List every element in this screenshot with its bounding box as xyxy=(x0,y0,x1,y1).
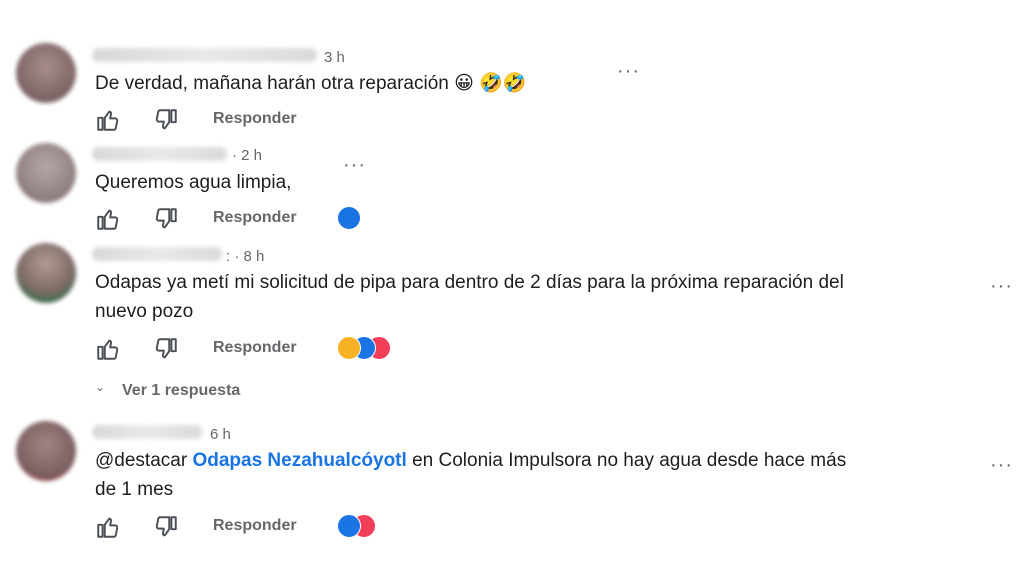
reaction-summary[interactable] xyxy=(337,206,367,230)
like-reaction-icon xyxy=(337,206,361,230)
author-name-blurred[interactable] xyxy=(92,425,202,439)
like-reaction-icon xyxy=(337,514,361,538)
comment-text: Queremos agua limpia, xyxy=(95,172,292,193)
avatar[interactable] xyxy=(16,243,76,303)
comment-text: De verdad, mañana harán otra reparación … xyxy=(95,73,527,94)
comment-text-line-2: nuevo pozo xyxy=(95,301,194,322)
more-options-icon[interactable]: ··· xyxy=(990,455,1013,475)
author-name-blurred[interactable] xyxy=(92,247,222,261)
reply-button[interactable]: Responder xyxy=(213,110,297,128)
reply-button[interactable]: Responder xyxy=(213,339,297,357)
comment-time[interactable]: 3 h xyxy=(324,49,345,66)
comment-text-line-1: Odapas ya metí mi solicitud de pipa para… xyxy=(95,272,844,293)
reaction-summary[interactable] xyxy=(337,514,387,538)
thumbs-down-icon[interactable] xyxy=(153,336,179,362)
reply-button[interactable]: Responder xyxy=(213,517,297,535)
thumbs-down-icon[interactable] xyxy=(153,514,179,540)
comment-text-line-1: @destacar Odapas Nezahualcóyotl en Colon… xyxy=(95,446,846,476)
thumbs-up-icon[interactable] xyxy=(95,107,121,133)
more-options-icon[interactable]: ··· xyxy=(617,61,640,81)
thumbs-up-icon[interactable] xyxy=(95,336,121,362)
more-options-icon[interactable]: ··· xyxy=(343,155,366,175)
haha-reaction-icon xyxy=(337,336,361,360)
comment-time[interactable]: 6 h xyxy=(210,426,231,443)
comment-text-prefix: @destacar xyxy=(95,450,193,471)
view-replies-label[interactable]: Ver 1 respuesta xyxy=(122,382,240,400)
chevron-down-icon: ⌄ xyxy=(95,380,106,394)
comment-actions: Responder xyxy=(95,107,315,133)
thumbs-down-icon[interactable] xyxy=(153,107,179,133)
comment-actions: Responder xyxy=(95,514,415,540)
comment-actions: Responder xyxy=(95,336,415,362)
comment-time[interactable]: · 2 h xyxy=(232,147,262,164)
mention-link[interactable]: Odapas Nezahualcóyotl xyxy=(192,450,406,471)
comment-text-line-2: de 1 mes xyxy=(95,479,174,500)
more-options-icon[interactable]: ··· xyxy=(990,276,1013,296)
avatar[interactable] xyxy=(16,421,76,481)
avatar[interactable] xyxy=(16,43,76,103)
thumbs-up-icon[interactable] xyxy=(95,206,121,232)
author-name-blurred[interactable] xyxy=(92,147,227,161)
author-name-blurred[interactable] xyxy=(92,48,317,62)
reply-button[interactable]: Responder xyxy=(213,209,297,227)
comment-time[interactable]: : · 8 h xyxy=(226,248,264,265)
avatar[interactable] xyxy=(16,143,76,203)
comment-text-suffix: en Colonia Impulsora no hay agua desde h… xyxy=(406,450,847,471)
comment-actions: Responder xyxy=(95,206,375,232)
reaction-summary[interactable] xyxy=(337,336,407,360)
thumbs-down-icon[interactable] xyxy=(153,206,179,232)
thumbs-up-icon[interactable] xyxy=(95,514,121,540)
